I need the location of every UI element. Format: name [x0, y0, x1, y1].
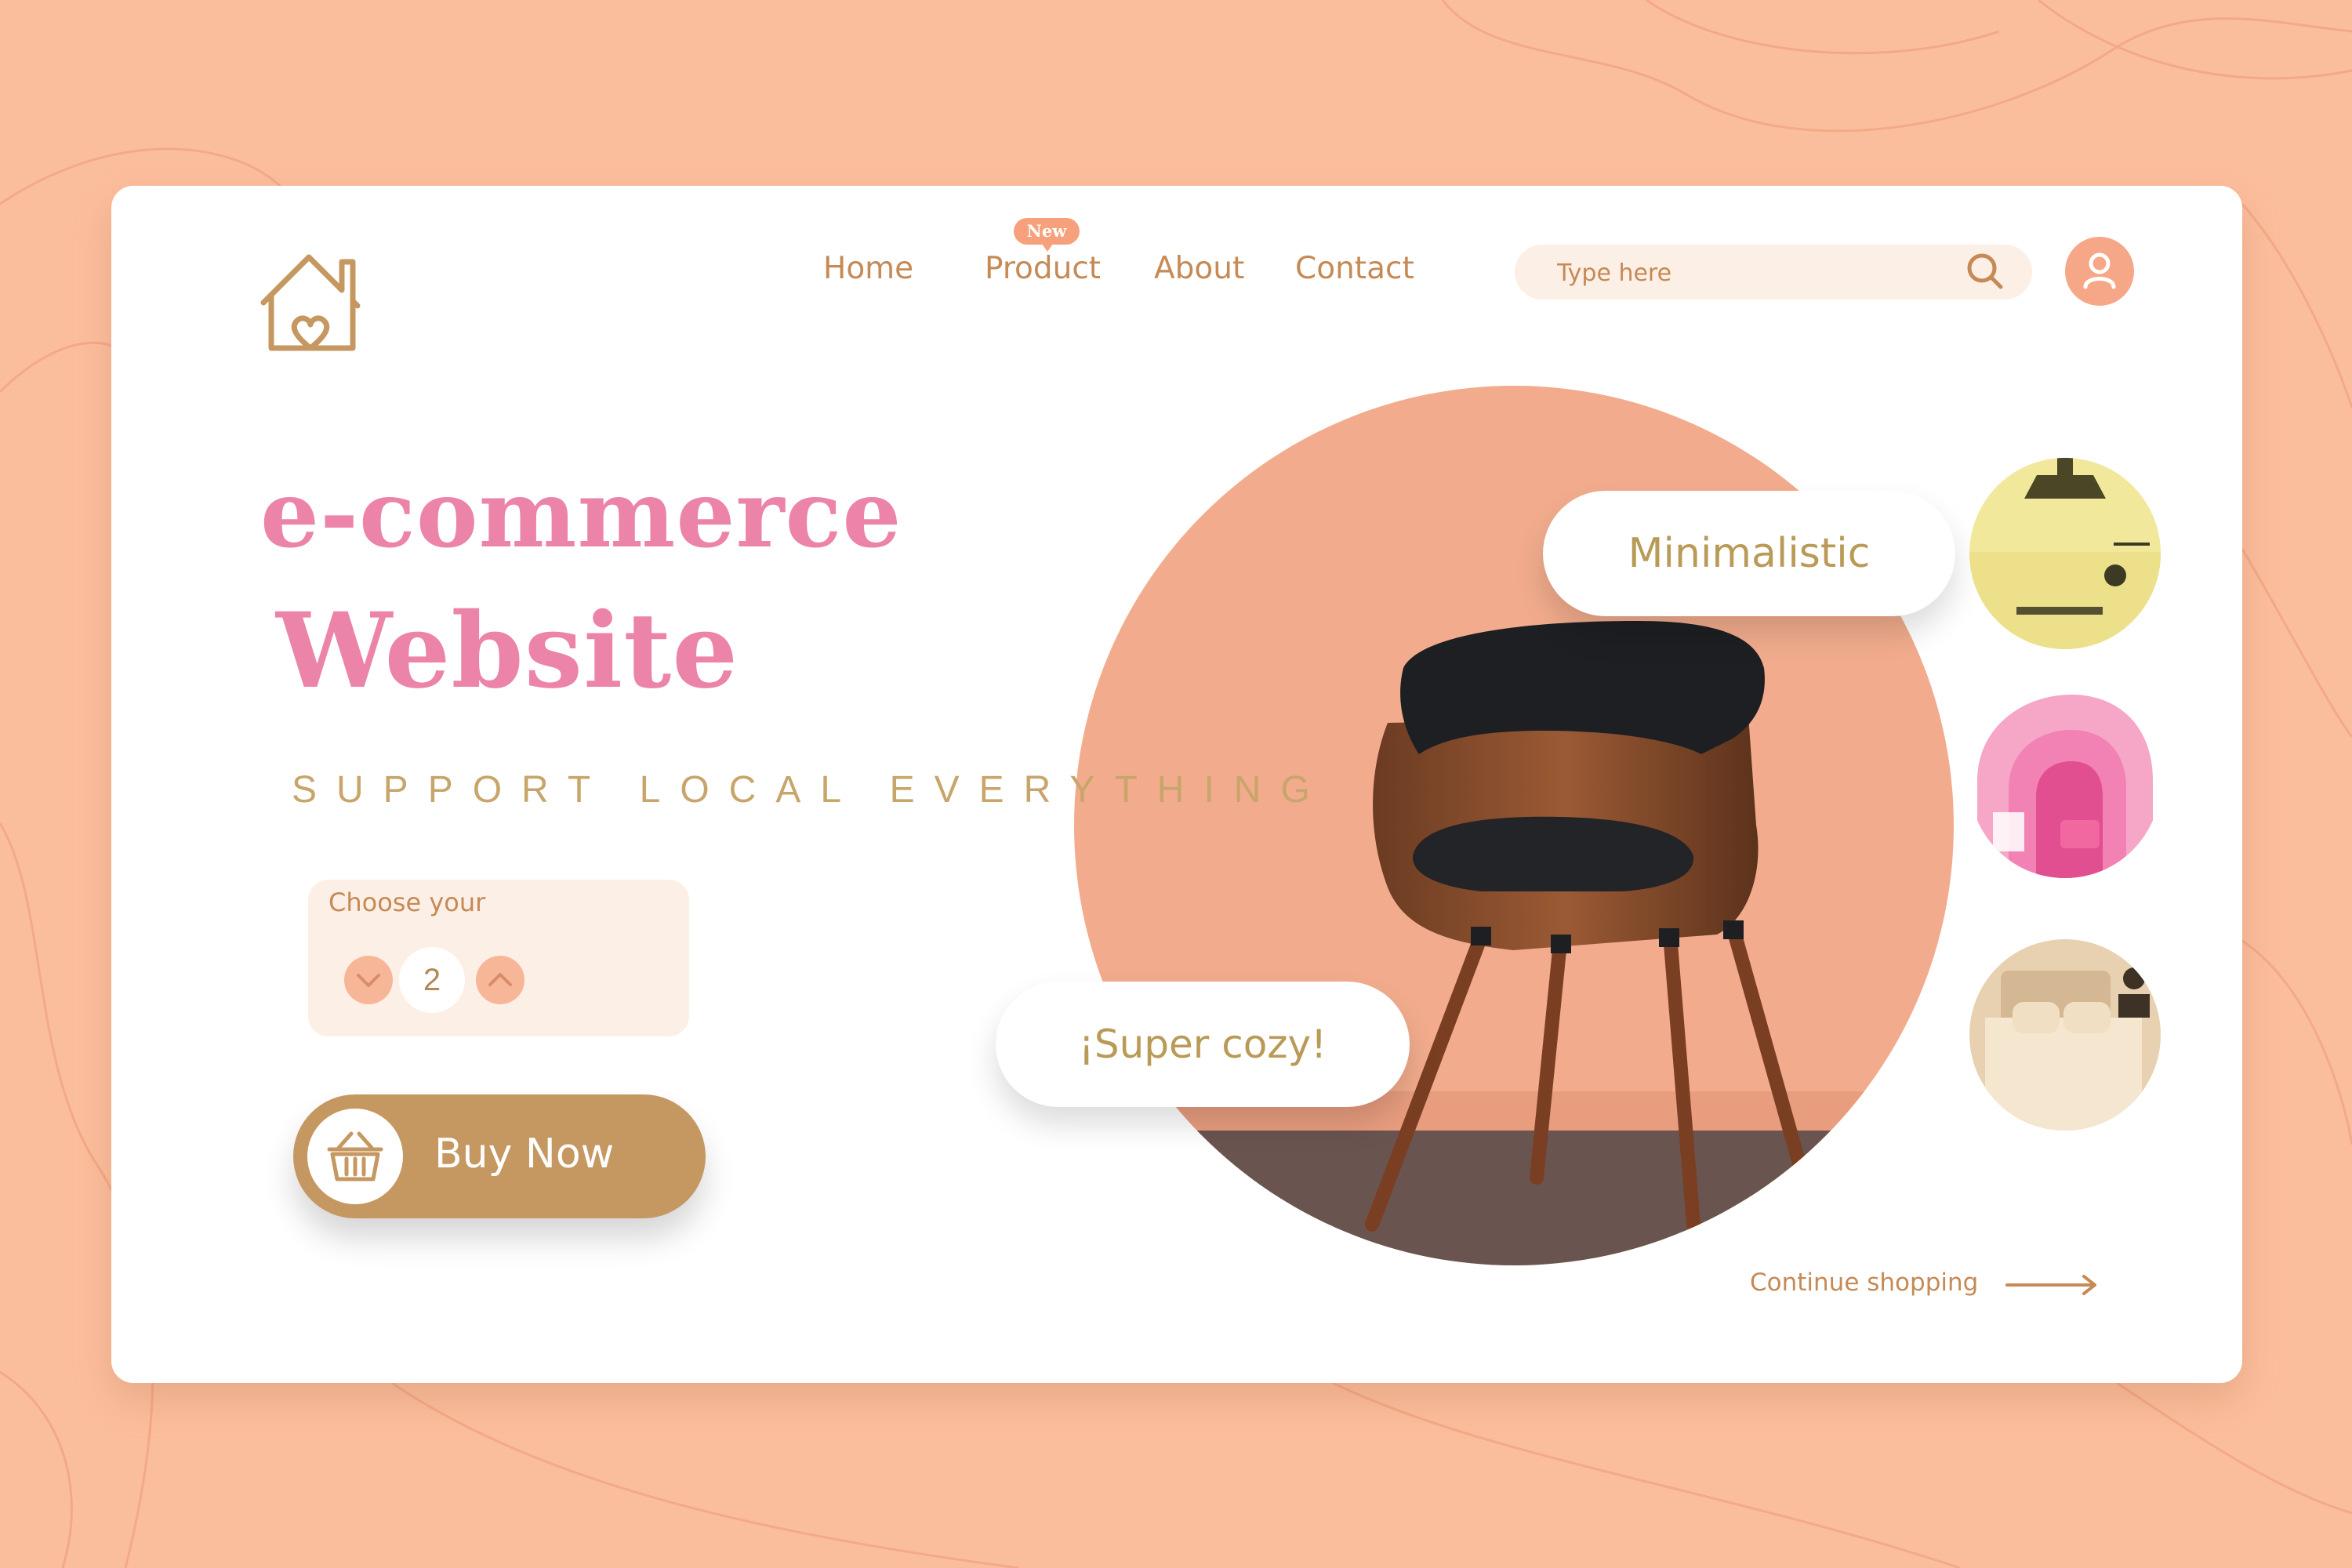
nav-home[interactable]: Home	[823, 251, 913, 286]
search-icon[interactable]	[1965, 251, 2005, 292]
nav-product[interactable]: Product	[985, 251, 1101, 286]
arrow-right-icon[interactable]	[2005, 1272, 2100, 1298]
basket-icon	[327, 1131, 383, 1181]
chevron-up-icon	[488, 973, 512, 986]
quantity-value[interactable]: 2	[399, 947, 465, 1013]
user-avatar-button[interactable]	[2065, 237, 2134, 306]
house-heart-logo-icon[interactable]	[256, 248, 365, 358]
decrease-quantity-button[interactable]	[344, 956, 393, 1004]
headline-line-2: Website	[276, 590, 739, 712]
search-input[interactable]	[1555, 245, 1935, 301]
thumbnail-kitchen[interactable]	[1969, 458, 2161, 649]
tag-super-cozy: ¡Super cozy!	[996, 982, 1410, 1107]
chevron-down-icon	[357, 974, 380, 987]
nav-contact[interactable]: Contact	[1295, 251, 1414, 286]
user-icon	[2083, 252, 2116, 289]
increase-quantity-button[interactable]	[476, 956, 524, 1004]
new-badge: New	[1014, 218, 1080, 252]
buy-now-button[interactable]: Buy Now	[293, 1094, 706, 1218]
thumbnail-pink-decor[interactable]	[1969, 687, 2161, 878]
tagline: SUPPORT LOCAL EVERYTHING	[292, 769, 1330, 811]
tag-minimalistic: Minimalistic	[1543, 491, 1955, 616]
continue-shopping-link[interactable]: Continue shopping	[1750, 1269, 1978, 1297]
search-bar	[1515, 245, 2032, 301]
chooser-label: Choose your	[328, 887, 486, 917]
nav-about[interactable]: About	[1154, 251, 1244, 286]
buy-now-label: Buy Now	[434, 1131, 615, 1178]
thumbnail-bedroom[interactable]	[1969, 939, 2161, 1131]
basket-icon-circle	[307, 1109, 403, 1204]
quantity-chooser: Choose your 2	[308, 880, 689, 1036]
headline-line-1: e-commerce	[260, 459, 902, 568]
